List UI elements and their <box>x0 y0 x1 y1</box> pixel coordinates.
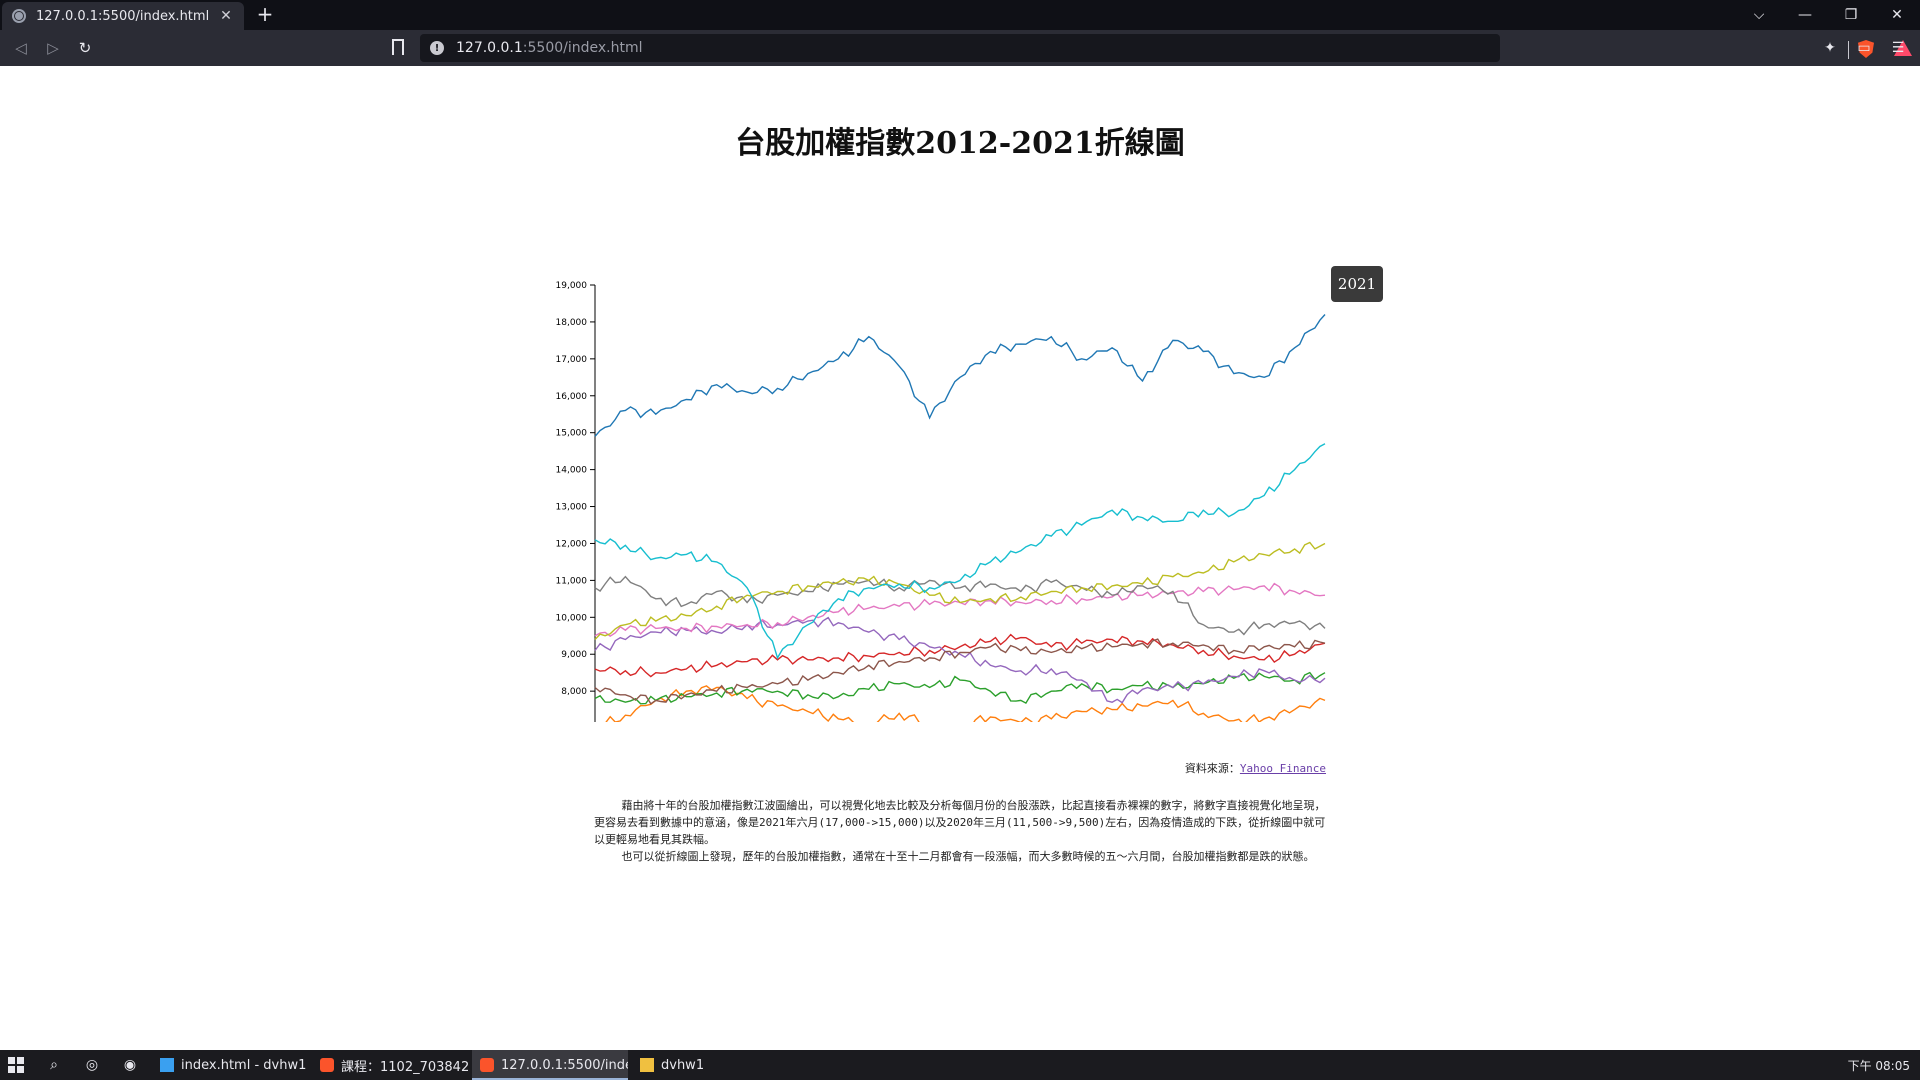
description-paragraph-2: 也可以從折線圖上發現，歷年的台股加權指數，通常在十至十二月都會有一段漲幅，而大多… <box>621 850 1315 863</box>
taskbar-item-label: 127.0.0.1:5500/inde... <box>501 1057 628 1073</box>
url-text: 127.0.0.1:5500/index.html <box>456 40 643 56</box>
taskbar: ⌕ ◎ ◉ index.html - dvhw1 -... 課程：1102_70… <box>0 1050 1920 1080</box>
y-tick-label: 17,000 <box>556 355 588 365</box>
site-info-icon[interactable]: ! <box>430 41 444 55</box>
series-line <box>594 671 1326 705</box>
url-separator <box>1848 41 1849 59</box>
description-paragraph-1: 藉由將十年的台股加權指數江波圖繪出，可以視覺化地去比較及分析每個月份的台股漲跌，… <box>594 799 1326 846</box>
taskbar-item-label: 課程：1102_703842... <box>341 1059 468 1075</box>
taskbar-item-label: index.html - dvhw1 -... <box>181 1057 308 1073</box>
page-content: 台股加權指數2012-2021折線圖 6,0007,0008,0009,0001… <box>0 66 1920 1050</box>
back-icon[interactable]: ◁ <box>10 37 32 59</box>
extensions-icon[interactable]: ✦ <box>1820 38 1840 58</box>
y-tick-label: 18,000 <box>556 318 588 328</box>
chart-tooltip: 2021 <box>1331 266 1383 302</box>
search-icon[interactable]: ⌕ <box>44 1055 64 1075</box>
folder-icon <box>640 1058 654 1072</box>
y-tick-label: 12,000 <box>556 539 588 549</box>
reload-icon[interactable]: ↻ <box>74 37 96 59</box>
y-tick-label: 14,000 <box>556 466 588 476</box>
task-view-icon[interactable]: ◎ <box>82 1055 102 1075</box>
description: 藉由將十年的台股加權指數江波圖繪出，可以視覺化地去比較及分析每個月份的台股漲跌，… <box>594 797 1326 865</box>
y-tick-label: 16,000 <box>556 392 588 402</box>
series-line <box>594 633 1326 678</box>
taskbar-item-brave-course[interactable]: 課程：1102_703842... <box>312 1050 468 1080</box>
source-label: 資料來源： <box>1184 762 1240 775</box>
taskbar-item-brave-local[interactable]: 127.0.0.1:5500/inde... <box>472 1050 628 1080</box>
source-link[interactable]: Yahoo Finance <box>1240 762 1326 775</box>
brave-icon <box>480 1058 494 1072</box>
series-line <box>594 638 1326 705</box>
browser-tab[interactable]: 127.0.0.1:5500/index.html ✕ <box>2 2 244 30</box>
tab-title: 127.0.0.1:5500/index.html <box>36 8 210 24</box>
series-line <box>594 575 1326 636</box>
data-source: 資料來源：Yahoo Finance <box>1000 760 1326 776</box>
browser-tab-bar: 127.0.0.1:5500/index.html ✕ + ⌵ — ❐ ✕ <box>0 0 1920 30</box>
taskbar-item-vscode[interactable]: index.html - dvhw1 -... <box>152 1050 308 1080</box>
restore-button[interactable]: ❐ <box>1828 0 1874 30</box>
tab-search-dropdown[interactable]: ⌵ <box>1736 0 1782 30</box>
minimize-button[interactable]: — <box>1782 0 1828 30</box>
chrome-icon[interactable]: ◉ <box>120 1055 140 1075</box>
taskbar-item-label: dvhw1 <box>661 1057 705 1073</box>
wallet-icon[interactable]: ▭ <box>1854 38 1874 58</box>
menu-icon[interactable]: ☰ <box>1888 38 1908 58</box>
line-chart: 6,0007,0008,0009,00010,00011,00012,00013… <box>556 281 1326 722</box>
y-tick-label: 8,000 <box>561 687 587 697</box>
y-tick-label: 10,000 <box>556 613 588 623</box>
y-tick-label: 15,000 <box>556 429 588 439</box>
page-title: 台股加權指數2012-2021折線圖 <box>735 126 1185 161</box>
series-line <box>594 443 1326 660</box>
bookmark-icon[interactable] <box>392 39 404 55</box>
forward-icon[interactable]: ▷ <box>42 37 64 59</box>
y-tick-label: 19,000 <box>556 281 588 291</box>
windows-start-icon[interactable] <box>8 1057 24 1073</box>
y-tick-label: 9,000 <box>561 650 587 660</box>
address-bar[interactable]: ! 127.0.0.1:5500/index.html <box>420 34 1912 62</box>
taskbar-clock: 下午 08:05 <box>1847 1059 1910 1073</box>
brave-icon <box>320 1058 334 1072</box>
series-line <box>594 314 1326 437</box>
new-tab-button[interactable]: + <box>254 4 276 26</box>
y-tick-label: 11,000 <box>556 576 588 586</box>
browser-toolbar: ◁ ▷ ↻ ! 127.0.0.1:5500/index.html ✦ ▭ ☰ <box>0 30 1920 66</box>
y-tick-label: 13,000 <box>556 503 588 513</box>
close-window-button[interactable]: ✕ <box>1874 0 1920 30</box>
vscode-icon <box>160 1058 174 1072</box>
taskbar-item-folder[interactable]: dvhw1 <box>632 1050 788 1080</box>
globe-icon <box>12 9 26 23</box>
close-tab-button[interactable]: ✕ <box>218 8 234 24</box>
